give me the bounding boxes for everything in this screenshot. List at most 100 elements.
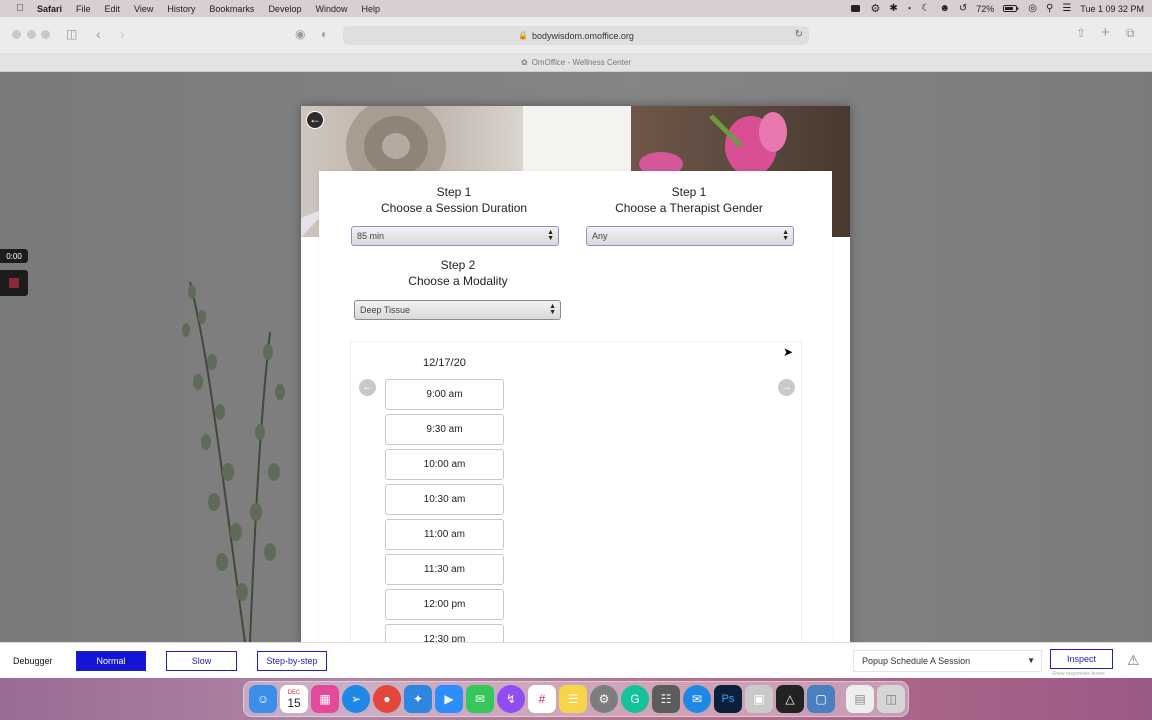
time-slot[interactable]: 9:30 am (385, 414, 504, 445)
chat-icon[interactable]: ✉ (683, 685, 711, 713)
modality-select[interactable]: Deep Tissue ▲ ▼ (354, 300, 561, 320)
step-by-step-button[interactable]: Step-by-step (257, 651, 327, 671)
gender-step-label: Step 1 (671, 185, 707, 199)
menu-file[interactable]: File (69, 4, 98, 14)
moon-icon[interactable]: ☾ (921, 3, 930, 14)
new-tab-icon[interactable]: + (1101, 24, 1110, 41)
time-slot[interactable]: 12:00 pm (385, 589, 504, 620)
select-arrows-icon: ▲ ▼ (547, 229, 554, 242)
dock: ☺ DEC 15 ▦ ➢ ● ✦ ▶ ✉ ↯ # ☰ ⚙ G ☷ ✉ Ps ▣ … (243, 681, 909, 717)
modality-step-label: Step 2 (440, 258, 476, 272)
menu-bookmarks[interactable]: Bookmarks (202, 4, 261, 14)
time-slot[interactable]: 9:00 am (385, 379, 504, 410)
url-text: bodywisdom.omoffice.org (532, 30, 634, 41)
search-icon[interactable]: ⚲ (1046, 3, 1053, 14)
recording-timer: 0:00 (0, 249, 28, 263)
therapist-gender-value: Any (592, 231, 608, 241)
duration-step-label: Step 1 (436, 185, 472, 199)
zoom-icon[interactable]: ▶ (435, 685, 463, 713)
back-nav-icon[interactable]: ‹ (96, 26, 101, 42)
menu-view[interactable]: View (127, 4, 160, 14)
session-duration-select[interactable]: 85 min ▲ ▼ (351, 226, 559, 246)
menu-window[interactable]: Window (308, 4, 354, 14)
calendar-icon[interactable]: DEC 15 (280, 685, 308, 713)
close-window-button[interactable] (12, 30, 21, 39)
zoom-window-button[interactable] (41, 30, 50, 39)
sourcetree-icon[interactable]: ✦ (404, 685, 432, 713)
user-icon[interactable]: ☻ (939, 3, 950, 14)
warning-icon[interactable]: ⚠ (1127, 652, 1140, 669)
status-area: ⚙ ✱ ⋆ ☾ ☻ ↺ 72% ◎ ⚲ ☰ Tue 1 09 32 PM (850, 0, 1144, 17)
share-icon[interactable]: ⇧ (1076, 26, 1086, 40)
booking-card: Step 1 Choose a Session Duration 85 min … (319, 171, 832, 646)
tab-overview-icon[interactable]: ⧉ (1126, 26, 1135, 41)
screen-icon[interactable] (850, 3, 861, 14)
eucalyptus-plant-image (182, 281, 285, 642)
lock-icon: 🔒 (518, 31, 529, 40)
duration-title: Choose a Session Duration (380, 201, 528, 215)
browser-toolbar: ◫ ‹ › ◉ ◐ 🔒 bodywisdom.omoffice.org ↻ ⇧ … (0, 17, 1152, 53)
menu-app-name[interactable]: Safari (30, 4, 69, 14)
favicon-icon: ✿ (521, 57, 528, 67)
flow-select[interactable]: Popup Schedule A Session ▼ (853, 650, 1042, 672)
grammarly-icon[interactable]: G (621, 685, 649, 713)
preview-icon[interactable]: ▣ (745, 685, 773, 713)
previous-day-arrow-icon[interactable]: ← (359, 379, 376, 396)
menu-history[interactable]: History (160, 4, 202, 14)
chevron-down-icon: ▼ (1027, 656, 1035, 665)
menu-edit[interactable]: Edit (98, 4, 128, 14)
calculator-icon[interactable]: ☷ (652, 685, 680, 713)
bluetooth-icon[interactable]: ⋆ (907, 3, 913, 14)
forward-nav-icon[interactable]: › (120, 26, 125, 42)
time-slot-panel: 12/17/20 ← → 9:00 am 9:30 am 10:00 am 10… (350, 341, 802, 646)
time-slot[interactable]: 10:00 am (385, 449, 504, 480)
time-machine-icon[interactable]: ↺ (959, 3, 967, 14)
flow-select-value: Popup Schedule A Session (862, 656, 971, 666)
chrome-icon[interactable]: ● (373, 685, 401, 713)
messenger-icon[interactable]: ↯ (497, 685, 525, 713)
shield-icon[interactable]: ◐ (321, 27, 328, 41)
reload-icon[interactable]: ↻ (795, 29, 803, 40)
photoshop-icon[interactable]: Ps (714, 685, 742, 713)
back-arrow-button[interactable]: ← (306, 111, 324, 129)
minimize-window-button[interactable] (27, 30, 36, 39)
puzzle-icon[interactable]: ✱ (889, 3, 897, 14)
unity-icon[interactable]: △ (776, 685, 804, 713)
battery-icon[interactable] (1003, 3, 1019, 14)
messages-icon[interactable]: ✉ (466, 685, 494, 713)
inspect-button[interactable]: Inspect (1050, 649, 1113, 669)
sidebar-icon[interactable]: ◫ (66, 27, 77, 41)
finder-icon[interactable]: ☺ (249, 685, 277, 713)
slot-date: 12/17/20 (423, 357, 466, 369)
address-bar[interactable]: 🔒 bodywisdom.omoffice.org ↻ (343, 26, 809, 45)
safari-icon[interactable]: ➢ (342, 685, 370, 713)
time-slot[interactable]: 11:30 am (385, 554, 504, 585)
grammarly-extension-icon[interactable]: ◉ (295, 27, 305, 41)
control-center-icon[interactable]: ☰ (1062, 3, 1071, 14)
normal-speed-button[interactable]: Normal (76, 651, 146, 671)
time-slot[interactable]: 11:00 am (385, 519, 504, 550)
launchpad-icon[interactable]: ▦ (311, 685, 339, 713)
notes-icon[interactable]: ☰ (559, 685, 587, 713)
time-slot[interactable]: 10:30 am (385, 484, 504, 515)
apple-icon[interactable]:  (10, 3, 30, 14)
next-day-arrow-icon[interactable]: → (778, 379, 795, 396)
stop-recording-button[interactable] (0, 270, 28, 296)
slow-speed-button[interactable]: Slow (166, 651, 237, 671)
clock[interactable]: Tue 1 09 32 PM (1080, 4, 1144, 14)
debugger-bar: Debugger Normal Slow Step-by-step Popup … (0, 642, 1152, 678)
trash-icon[interactable]: ◫ (877, 685, 905, 713)
modality-value: Deep Tissue (360, 305, 411, 315)
tab-title[interactable]: OmOffice - Wellness Center (532, 58, 631, 67)
menu-help[interactable]: Help (354, 4, 387, 14)
wifi-icon[interactable]: ◎ (1028, 3, 1037, 14)
gear-icon[interactable]: ⚙ (870, 2, 880, 15)
select-arrows-icon: ▲ ▼ (782, 229, 789, 242)
document-icon[interactable]: ▤ (846, 685, 874, 713)
therapist-gender-select[interactable]: Any ▲ ▼ (586, 226, 794, 246)
system-preferences-icon[interactable]: ⚙ (590, 685, 618, 713)
slack-icon[interactable]: # (528, 685, 556, 713)
desktop-background: ☺ DEC 15 ▦ ➢ ● ✦ ▶ ✉ ↯ # ☰ ⚙ G ☷ ✉ Ps ▣ … (0, 678, 1152, 720)
screenshot-icon[interactable]: ▢ (807, 685, 835, 713)
menu-develop[interactable]: Develop (261, 4, 308, 14)
